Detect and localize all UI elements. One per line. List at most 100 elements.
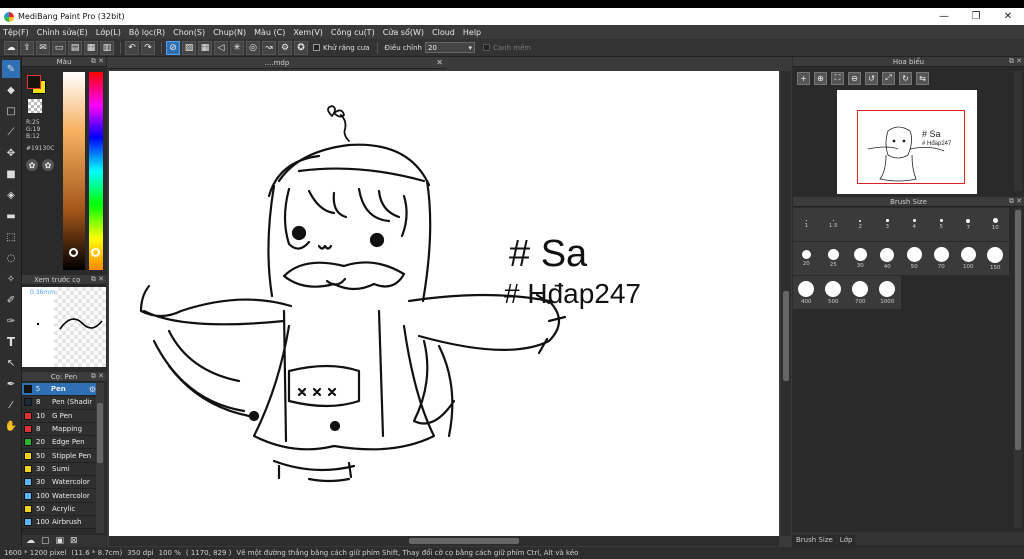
scrollbar-thumb[interactable]	[783, 291, 789, 381]
brush-size-option[interactable]: 4	[901, 208, 928, 241]
gradient-knob[interactable]	[69, 248, 78, 257]
navigator-view-rect[interactable]: # Sa # Hđap247	[857, 110, 965, 184]
gear-icon[interactable]: ⚙	[278, 40, 292, 55]
panel-dock-icon[interactable]: ⧉ ✕	[91, 57, 104, 66]
panel-dock-icon[interactable]: ⧉ ✕	[1009, 57, 1022, 66]
menu-select[interactable]: Chon(S)	[173, 28, 205, 37]
undo-icon[interactable]: ↶	[125, 40, 139, 55]
tab-layer[interactable]: Lớp	[836, 535, 856, 545]
fit-screen-icon[interactable]: ⤢	[882, 71, 895, 85]
navigator-scrollbar[interactable]	[1014, 71, 1022, 191]
scrollbar-thumb[interactable]	[1015, 210, 1021, 450]
eraser-tool-icon[interactable]: ◆	[2, 81, 20, 99]
concentric-snap-icon[interactable]: ◎	[246, 40, 260, 55]
brush-row[interactable]: 8 Mapping	[22, 422, 96, 437]
brush-size-option[interactable]: 150	[982, 242, 1009, 275]
panel-dock-icon[interactable]: ⧉ ✕	[1009, 197, 1022, 206]
operation-tool-icon[interactable]: ↖	[2, 354, 20, 372]
snap-checkbox[interactable]	[483, 44, 490, 51]
panel-dock-icon[interactable]: ⧉ ✕	[91, 372, 104, 381]
antialias-checkbox[interactable]	[313, 44, 320, 51]
brush-size-option[interactable]: 1000	[874, 276, 901, 309]
menu-tools[interactable]: Công cu(T)	[331, 28, 375, 37]
brush-size-option[interactable]: 5	[928, 208, 955, 241]
menu-help[interactable]: Help	[463, 28, 481, 37]
brush-size-option[interactable]: 10	[982, 208, 1009, 241]
divide-tool-icon[interactable]: ⁄	[2, 396, 20, 414]
brush-size-option[interactable]: 70	[928, 242, 955, 275]
parallel-snap-icon[interactable]: ▨	[182, 40, 196, 55]
maximize-button[interactable]: ❐	[960, 8, 992, 25]
adjust-select[interactable]: 20 ▾	[425, 42, 475, 53]
rotate-left-icon[interactable]: ↺	[865, 71, 878, 85]
brush-size-option[interactable]: 1.5	[820, 208, 847, 241]
canvas-vertical-scrollbar[interactable]	[781, 71, 791, 536]
foreground-color-swatch[interactable]	[27, 75, 41, 89]
brush-size-option[interactable]: 50	[901, 242, 928, 275]
menu-layer[interactable]: Lớp(L)	[96, 28, 121, 37]
share-icon[interactable]: ⇪	[20, 40, 34, 55]
lasso-tool-icon[interactable]: ◌	[2, 249, 20, 267]
brush-row[interactable]: 50 Acrylic	[22, 502, 96, 516]
brush-size-option[interactable]: 700	[847, 276, 874, 309]
menu-window[interactable]: Cửa sổ(W)	[383, 28, 424, 37]
brush-size-option[interactable]: 100	[955, 242, 982, 275]
transparent-color-swatch[interactable]	[28, 99, 42, 113]
brush-size-option[interactable]: 20	[793, 242, 820, 275]
brush-size-option[interactable]: 1	[793, 208, 820, 241]
chat-icon[interactable]: ▭	[52, 40, 66, 55]
canvas-horizontal-scrollbar[interactable]	[109, 536, 779, 546]
gear-icon[interactable]: ⚙	[89, 385, 96, 394]
minimize-button[interactable]: —	[928, 8, 960, 25]
brush-row[interactable]: 30 Sumi	[22, 462, 96, 477]
zoom-in-alt-icon[interactable]: ⊕	[814, 71, 827, 85]
gradient-tool-icon[interactable]: ▬	[2, 207, 20, 225]
brush-tool-icon[interactable]: ✎	[2, 60, 20, 78]
radial-snap-icon[interactable]: ✳	[230, 40, 244, 55]
select-eraser-tool-icon[interactable]: ✑	[2, 312, 20, 330]
tab-brush-size[interactable]: Brush Size	[793, 535, 836, 545]
delete-brush-icon[interactable]: ⊠	[70, 536, 78, 546]
brush-size-option[interactable]: 25	[820, 242, 847, 275]
brush-size-option[interactable]: 400	[793, 276, 820, 309]
new-brush-icon[interactable]: ▢	[41, 536, 50, 546]
brush-row[interactable]: 100 Airbrush	[22, 515, 96, 530]
zoom-out-icon[interactable]: ⊖	[848, 71, 861, 85]
rectangle-tool-icon[interactable]: □	[2, 102, 20, 120]
hand-tool-icon[interactable]: ✋	[2, 417, 20, 435]
cloud-icon[interactable]: ☁	[4, 40, 18, 55]
brush-row[interactable]: 100 Watercolor	[22, 489, 96, 503]
panel-dock-icon[interactable]: ⧉ ✕	[91, 275, 104, 284]
navigator-thumbnail[interactable]: # Sa # Hđap247	[837, 90, 977, 194]
layout-icon[interactable]: ▦	[84, 40, 98, 55]
document-icon[interactable]: ▤	[68, 40, 82, 55]
color-settings-icon[interactable]: ✿	[42, 159, 54, 171]
select-tool-icon[interactable]: ⬚	[2, 228, 20, 246]
text-tool-icon[interactable]: T	[2, 333, 20, 351]
snap-off-icon[interactable]: ⊘	[166, 40, 180, 55]
settings-icon[interactable]: ✪	[294, 40, 308, 55]
table-icon[interactable]: ▥	[100, 40, 114, 55]
palette-icon[interactable]: ✿	[26, 159, 38, 171]
grid-snap-icon[interactable]: ▦	[198, 40, 212, 55]
bucket-tool-icon[interactable]: ◈	[2, 186, 20, 204]
document-tab[interactable]: ....mdp ✕	[107, 57, 447, 69]
zoom-in-icon[interactable]: +	[797, 71, 810, 85]
menu-filter[interactable]: Bộ lọc(R)	[129, 28, 165, 37]
brush-row[interactable]: 50 Stipple Pen	[22, 449, 96, 463]
menu-color[interactable]: Màu (C)	[254, 28, 285, 37]
dot-tool-icon[interactable]: ⟋	[2, 123, 20, 141]
close-icon[interactable]: ✕	[436, 58, 443, 67]
brush-size-option[interactable]: 40	[874, 242, 901, 275]
brush-size-option[interactable]: 500	[820, 276, 847, 309]
brush-size-option[interactable]: 7	[955, 208, 982, 241]
brush-row[interactable]: 10 G Pen	[22, 409, 96, 423]
perspective-snap-icon[interactable]: ◁	[214, 40, 228, 55]
menu-cloud[interactable]: Cloud	[432, 28, 455, 37]
select-pen-tool-icon[interactable]: ✐	[2, 291, 20, 309]
brush-size-option[interactable]: 3	[874, 208, 901, 241]
magic-wand-tool-icon[interactable]: ✧	[2, 270, 20, 288]
scrollbar-thumb[interactable]	[97, 403, 103, 463]
fit-window-icon[interactable]: ⛶	[831, 71, 844, 85]
comment-icon[interactable]: ✉	[36, 40, 50, 55]
